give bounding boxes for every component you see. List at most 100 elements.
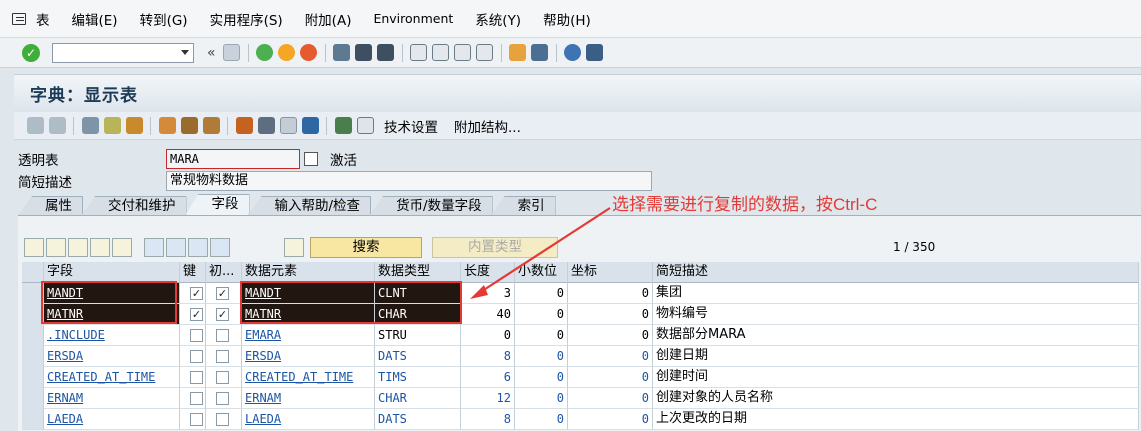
technical-settings-button[interactable]: 技术设置: [384, 116, 438, 136]
cancel-icon[interactable]: [300, 44, 318, 61]
cell-short-description[interactable]: 创建时间: [653, 367, 1139, 388]
where-used-icon[interactable]: [158, 117, 176, 134]
cell-data-element-text[interactable]: MANDT: [245, 286, 281, 300]
cell-coordinate[interactable]: 0: [568, 388, 653, 409]
select-all-icon[interactable]: [166, 237, 186, 257]
cell-field[interactable]: MANDT: [44, 283, 180, 304]
checkbox[interactable]: [216, 371, 229, 384]
key-icon[interactable]: [284, 237, 304, 257]
column-header-short-description[interactable]: 简短描述: [653, 262, 1139, 283]
history-back-icon[interactable]: «: [207, 45, 216, 61]
scroll-up-icon[interactable]: [210, 237, 230, 257]
last-page-icon[interactable]: [476, 44, 494, 61]
cell-data-element[interactable]: EMARA: [242, 325, 375, 346]
cell-decimals[interactable]: 0: [515, 367, 568, 388]
menu-utilities[interactable]: 实用程序(S): [210, 9, 283, 29]
row-selector[interactable]: [22, 283, 44, 304]
paste-icon[interactable]: [68, 237, 88, 257]
cell-short-description[interactable]: 数据部分MARA: [653, 325, 1139, 346]
table-grid-icon[interactable]: [356, 117, 374, 134]
cell-coordinate[interactable]: 0: [568, 346, 653, 367]
menu-environment[interactable]: Environment: [373, 11, 453, 26]
cell-initial[interactable]: [206, 346, 242, 367]
navigate-icon[interactable]: [202, 117, 220, 134]
row-selector[interactable]: [22, 325, 44, 346]
cell-length[interactable]: 8: [461, 409, 515, 430]
cell-data-type[interactable]: CHAR: [375, 388, 461, 409]
cell-field[interactable]: CREATED_AT_TIME: [44, 367, 180, 388]
deselect-all-icon[interactable]: [188, 237, 208, 257]
checkbox[interactable]: ✓: [216, 308, 229, 321]
previous-page-icon[interactable]: [432, 44, 450, 61]
tab-fields[interactable]: 字段: [184, 194, 250, 216]
cell-key[interactable]: [180, 388, 206, 409]
cell-length[interactable]: 12: [461, 388, 515, 409]
cell-short-description[interactable]: 集团: [653, 283, 1139, 304]
cell-data-type[interactable]: STRU: [375, 325, 461, 346]
cut-icon[interactable]: [24, 237, 44, 257]
cell-field[interactable]: MATNR: [44, 304, 180, 325]
copy-icon[interactable]: [46, 237, 66, 257]
checkbox[interactable]: [216, 329, 229, 342]
new-session-icon[interactable]: [509, 44, 527, 61]
chevron-down-icon[interactable]: [181, 49, 189, 55]
cell-field[interactable]: ERSDA: [44, 346, 180, 367]
help-icon[interactable]: [564, 44, 582, 61]
cell-data-element-text[interactable]: ERNAM: [245, 391, 281, 405]
cell-data-element-text[interactable]: ERSDA: [245, 349, 281, 363]
cell-field-text[interactable]: MATNR: [47, 307, 83, 321]
checkbox[interactable]: ✓: [216, 287, 229, 300]
cell-length[interactable]: 40: [461, 304, 515, 325]
copy-window-icon[interactable]: [304, 152, 318, 166]
cell-initial[interactable]: ✓: [206, 283, 242, 304]
checkbox[interactable]: [216, 350, 229, 363]
cell-key[interactable]: [180, 409, 206, 430]
cell-coordinate[interactable]: 0: [568, 409, 653, 430]
cell-data-type[interactable]: DATS: [375, 409, 461, 430]
row-selector[interactable]: [22, 346, 44, 367]
cell-initial[interactable]: [206, 388, 242, 409]
cell-data-element-text[interactable]: CREATED_AT_TIME: [245, 370, 353, 384]
cell-decimals[interactable]: 0: [515, 409, 568, 430]
cell-length[interactable]: 6: [461, 367, 515, 388]
cell-short-description[interactable]: 创建日期: [653, 346, 1139, 367]
menu-list-icon[interactable]: [12, 12, 26, 25]
cell-decimals[interactable]: 0: [515, 325, 568, 346]
cell-data-element-text[interactable]: MATNR: [245, 307, 281, 321]
row-selector[interactable]: [22, 409, 44, 430]
cell-field[interactable]: .INCLUDE: [44, 325, 180, 346]
print-icon[interactable]: [333, 44, 351, 61]
cell-coordinate[interactable]: 0: [568, 304, 653, 325]
column-header-initial[interactable]: 初...: [206, 262, 242, 283]
cell-length[interactable]: 0: [461, 325, 515, 346]
cell-data-type[interactable]: CLNT: [375, 283, 461, 304]
cell-data-element[interactable]: ERNAM: [242, 388, 375, 409]
cell-field-text[interactable]: .INCLUDE: [47, 328, 105, 342]
customize-layout-icon[interactable]: [586, 44, 604, 61]
first-page-icon[interactable]: [410, 44, 428, 61]
cell-field[interactable]: LAEDA: [44, 409, 180, 430]
cell-data-element[interactable]: LAEDA: [242, 409, 375, 430]
checkbox[interactable]: ✓: [190, 287, 203, 300]
cell-field[interactable]: ERNAM: [44, 388, 180, 409]
menu-help[interactable]: 帮助(H): [543, 9, 591, 29]
enter-check-icon[interactable]: ✓: [22, 43, 40, 62]
cell-initial[interactable]: [206, 367, 242, 388]
arrow-left-icon[interactable]: [26, 117, 44, 134]
sort-icon[interactable]: [144, 237, 164, 257]
column-header-data-type[interactable]: 数据类型: [375, 262, 461, 283]
column-header-key[interactable]: 键: [180, 262, 206, 283]
cell-coordinate[interactable]: 0: [568, 325, 653, 346]
column-header-field[interactable]: 字段: [44, 262, 180, 283]
cell-key[interactable]: ✓: [180, 304, 206, 325]
find-icon[interactable]: [355, 44, 373, 61]
cell-coordinate[interactable]: 0: [568, 367, 653, 388]
cell-key[interactable]: [180, 325, 206, 346]
display-change-icon[interactable]: [81, 117, 99, 134]
cell-field-text[interactable]: CREATED_AT_TIME: [47, 370, 155, 384]
search-button[interactable]: 搜索: [310, 236, 422, 258]
back-icon[interactable]: [256, 44, 274, 61]
row-selector[interactable]: [22, 367, 44, 388]
exit-icon[interactable]: [278, 44, 296, 61]
cell-field-text[interactable]: ERNAM: [47, 391, 83, 405]
